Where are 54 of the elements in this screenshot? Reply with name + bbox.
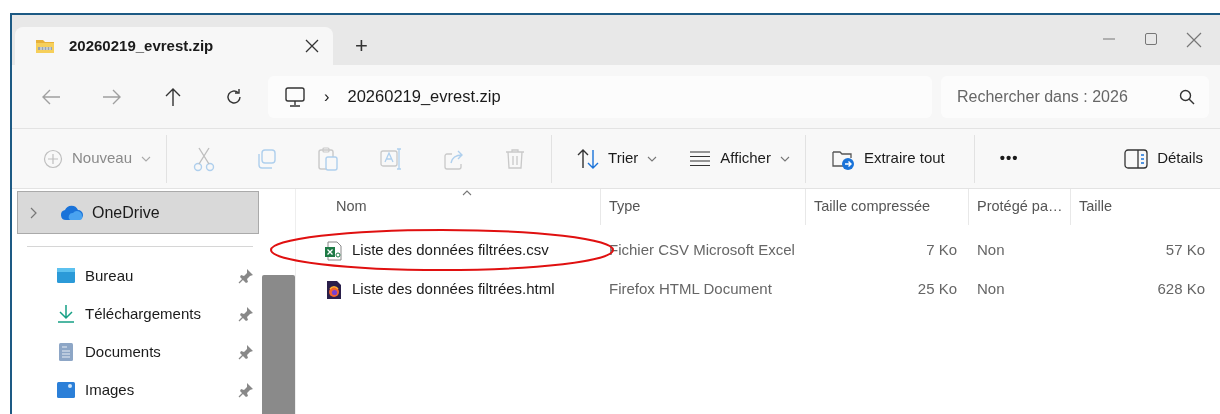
list-view-icon [689,150,712,167]
refresh-icon [224,86,244,107]
toolbar-button[interactable]: ••• [990,138,1028,179]
up-icon [163,86,183,107]
table-cell-text: Firefox HTML Document [608,279,773,300]
column-header[interactable]: Taille [1071,189,1209,225]
image-icon [56,380,76,400]
window-tab[interactable]: 20260219_evrest.zip [15,27,333,65]
toolbar-button[interactable]: Extraire tout [821,138,954,179]
details-pane-icon [1124,148,1149,169]
sidebar-item[interactable]: OneDrive [17,191,259,234]
scissors-icon [193,145,216,172]
copy-icon [255,147,278,170]
table-cell-text: 7 Ko [925,240,958,261]
sort-icon [577,148,600,169]
column-header[interactable]: Nom [296,189,601,225]
search-field[interactable]: Rechercher dans : 2026 [941,75,1209,118]
breadcrumb-item[interactable]: 20260219_evrest.zip [347,84,501,109]
sidebar-item[interactable]: Bureau [17,257,259,295]
trash-icon [505,147,526,170]
close-icon[interactable] [305,39,319,53]
download-icon [56,304,76,324]
toolbar-button[interactable]: Afficher [680,138,799,179]
rename-icon [379,146,404,171]
chevron-right-icon[interactable] [30,206,38,219]
table-cell-text: 25 Ko [916,279,958,300]
sidebar-item[interactable]: Documents [17,333,259,371]
table-cell-text: Non [976,279,1006,300]
zip-folder-icon [35,38,55,54]
toolbar-button[interactable]: Trier [568,138,667,179]
address-bar[interactable]: › 20260219_evrest.zip [268,75,932,118]
column-header[interactable]: Taille compressée [806,189,969,225]
cloud-icon [60,204,84,221]
clipboard-icon [317,145,340,172]
maximize-icon[interactable] [1144,32,1158,46]
sidebar-item[interactable]: Téléchargements [17,295,259,333]
desktop-icon [56,266,76,286]
file-name[interactable]: Liste des données filtrées.html [296,278,601,301]
document-icon [56,342,76,362]
spreadsheet-file-icon [324,240,344,261]
toolbar-button[interactable]: Détails [1115,138,1212,179]
table-cell-text: 628 Ko [1156,279,1206,300]
sidebar-item[interactable]: Images [17,371,259,409]
new-tab-button[interactable]: + [347,33,376,59]
table-cell-text: 57 Ko [1164,240,1206,261]
scrollbar-thumb[interactable] [262,275,295,414]
breadcrumb-separator[interactable]: › [324,84,330,109]
computer-icon [284,85,306,108]
search-icon [1179,88,1195,105]
column-header[interactable]: Protégé pa… [969,189,1071,225]
table-cell-text: Non [976,240,1006,261]
column-header[interactable]: Type [601,189,806,225]
firefox-file-icon [324,279,344,300]
plus-icon [43,148,63,169]
